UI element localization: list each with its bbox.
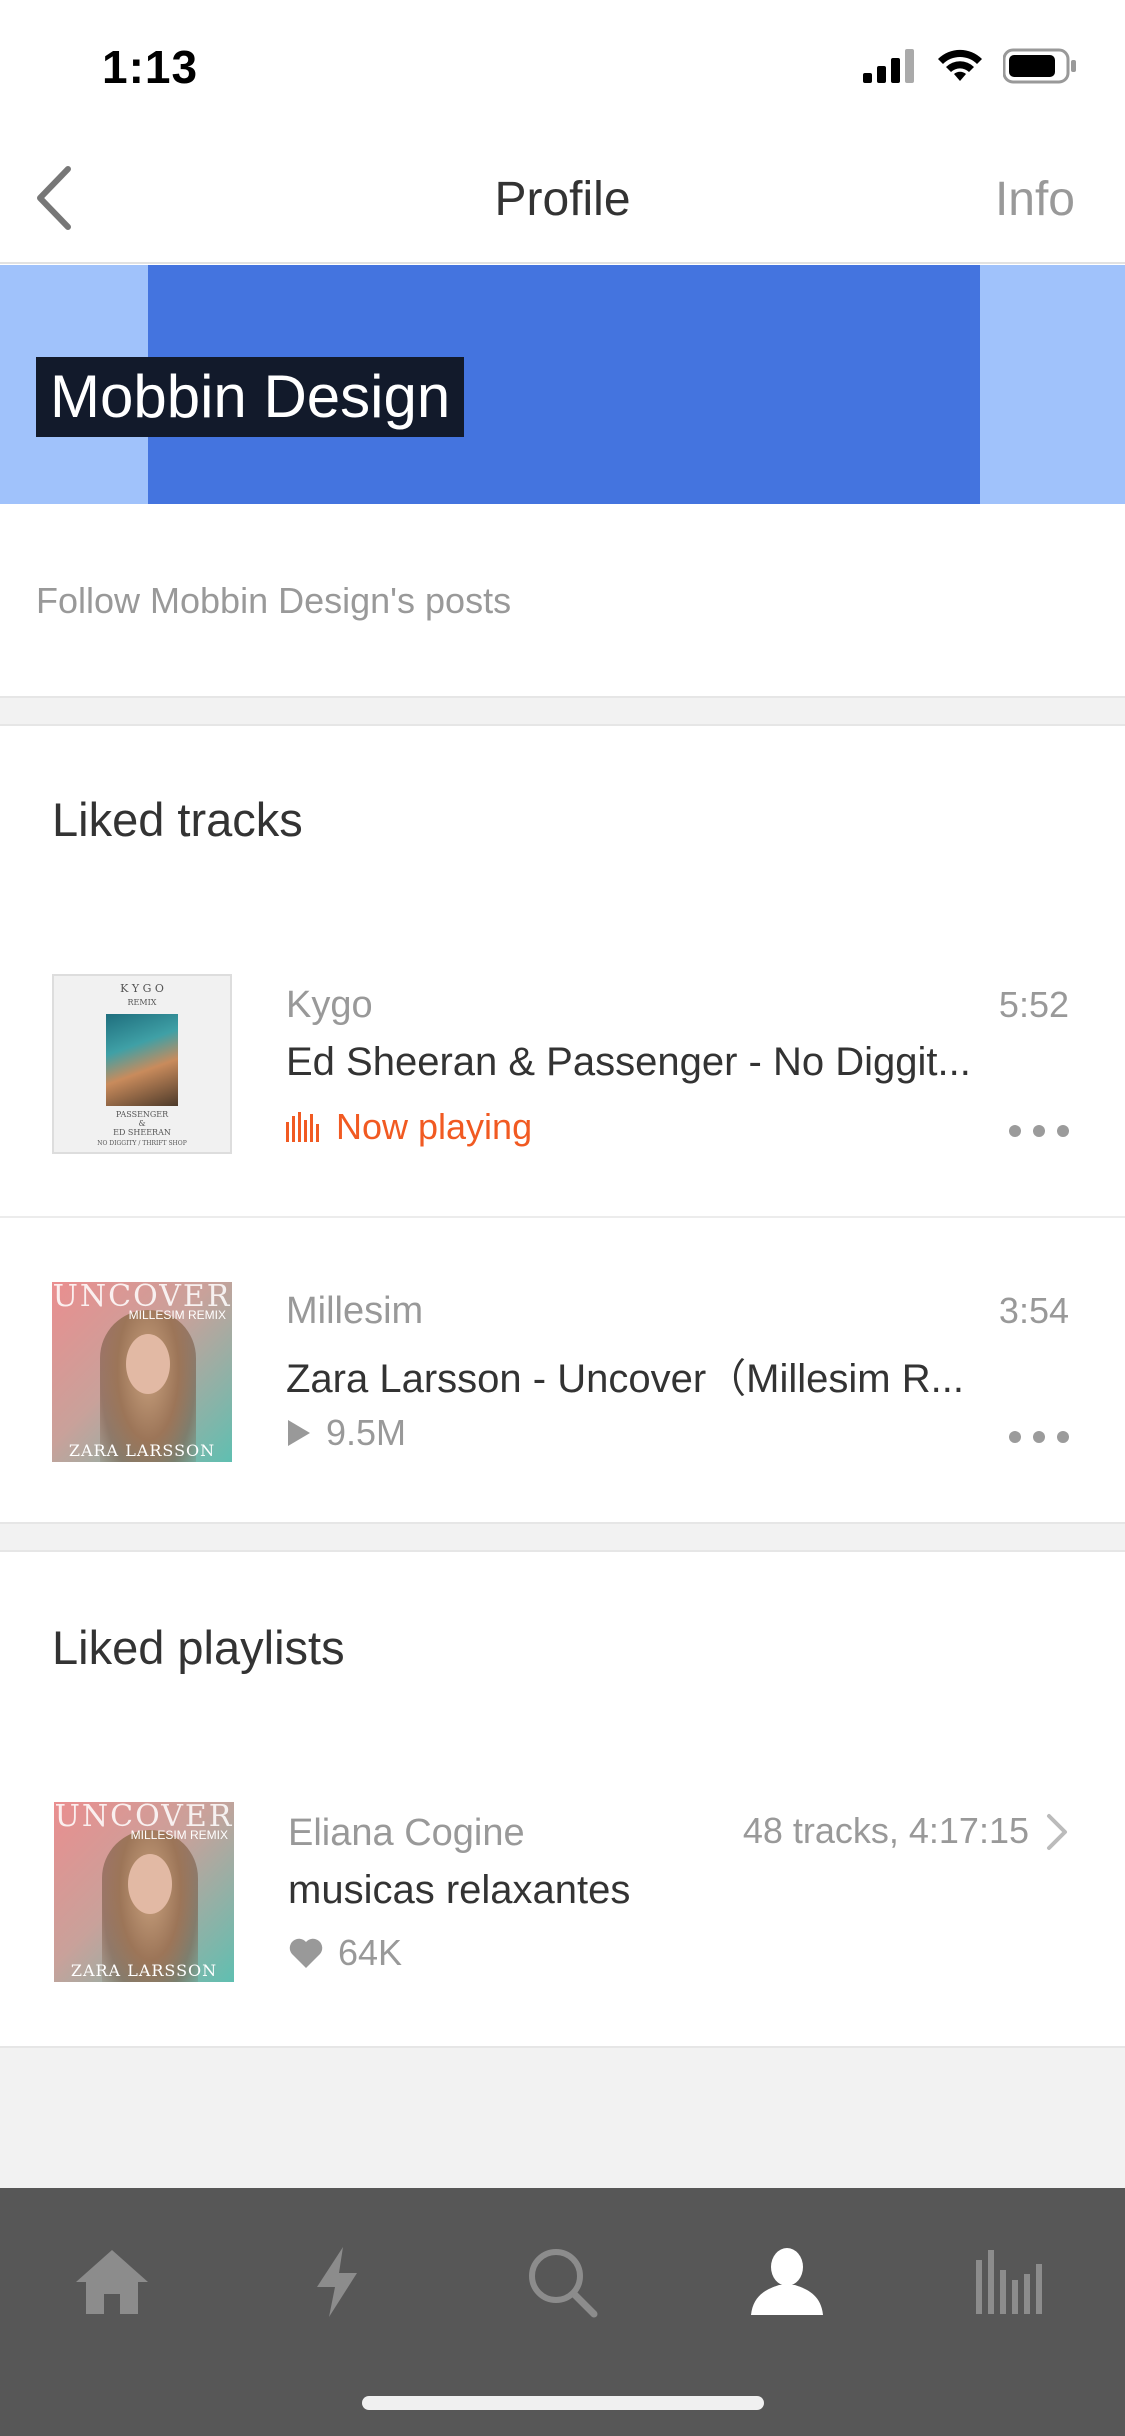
home-indicator[interactable] — [362, 2396, 764, 2410]
track-artist: Millesim — [286, 1290, 424, 1332]
tab-home[interactable] — [62, 2232, 162, 2332]
album-art: K Y G O REMIX PASSENGER & ED SHEERAN NO … — [52, 974, 232, 1154]
status-time: 1:13 — [102, 41, 199, 93]
playlist-owner: Eliana Cogine — [288, 1812, 525, 1854]
now-playing-status: Now playing — [286, 1106, 532, 1148]
dot-icon — [1033, 1125, 1045, 1137]
track-artist: Kygo — [286, 984, 373, 1026]
playlist-title: musicas relaxantes — [288, 1868, 631, 1912]
playlist-art: UNCOVER MILLESIM REMIX ZARA LARSSON — [54, 1802, 234, 1982]
home-icon — [76, 2250, 148, 2314]
track-title: Ed Sheeran & Passenger - No Diggit... — [286, 1040, 971, 1084]
search-icon — [529, 2249, 598, 2318]
library-icon — [976, 2250, 1042, 2314]
track-duration: 3:54 — [998, 1290, 1069, 1331]
battery-icon — [1003, 48, 1076, 84]
profile-icon — [751, 2248, 823, 2315]
dot-icon — [1009, 1125, 1021, 1137]
stream-icon — [317, 2247, 357, 2317]
track-title: Zara Larsson - Uncover（Millesim R... — [286, 1357, 964, 1401]
likes-count: 64K — [338, 1932, 403, 1973]
status-icons — [863, 48, 1077, 84]
dot-icon — [1009, 1431, 1021, 1443]
track-duration: 5:52 — [998, 984, 1069, 1025]
section-divider — [0, 696, 1125, 726]
tab-stream[interactable] — [287, 2232, 387, 2332]
profile-banner: Mobbin Design — [0, 265, 1125, 504]
content-bottom-space — [0, 2046, 1125, 2188]
follow-row[interactable]: Follow Mobbin Design's posts — [0, 504, 1125, 696]
signal-icon — [863, 49, 914, 83]
nav-bar: Profile Info — [0, 132, 1125, 264]
tab-profile[interactable] — [737, 2232, 837, 2332]
dot-icon — [1057, 1431, 1069, 1443]
playlist-row[interactable]: UNCOVER MILLESIM REMIX ZARA LARSSON Elia… — [0, 1740, 1125, 2046]
playlist-meta: 48 tracks, 4:17:15 — [742, 1810, 1029, 1851]
liked-tracks-title[interactable]: Liked tracks — [52, 792, 303, 847]
page-title: Profile — [494, 173, 631, 226]
album-art: UNCOVER MILLESIM REMIX ZARA LARSSON — [52, 1282, 232, 1462]
playlist-likes: 64K — [288, 1932, 402, 1974]
heart-icon — [289, 1938, 323, 1968]
profile-name: Mobbin Design — [36, 357, 465, 437]
dot-icon — [1033, 1431, 1045, 1443]
tab-search[interactable] — [512, 2232, 612, 2332]
info-button[interactable]: Info — [995, 172, 1075, 227]
now-playing-label: Now playing — [336, 1106, 533, 1147]
track-row[interactable]: K Y G O REMIX PASSENGER & ED SHEERAN NO … — [0, 910, 1125, 1218]
play-count: 9.5M — [286, 1412, 406, 1454]
more-options-button[interactable] — [1009, 1422, 1069, 1452]
follow-text: Follow Mobbin Design's posts — [36, 580, 512, 621]
track-row[interactable]: UNCOVER MILLESIM REMIX ZARA LARSSON Mill… — [0, 1218, 1125, 1522]
waveform-icon — [286, 1112, 319, 1142]
more-options-button[interactable] — [1009, 1116, 1069, 1146]
status-bar: 1:13 — [0, 0, 1125, 132]
play-count-value: 9.5M — [326, 1412, 407, 1453]
tab-library[interactable] — [961, 2232, 1061, 2332]
album-photo — [106, 1014, 178, 1106]
section-divider — [0, 1522, 1125, 1552]
play-icon — [288, 1420, 310, 1446]
chevron-right-icon — [1047, 1814, 1067, 1850]
wifi-icon — [938, 49, 982, 81]
dot-icon — [1057, 1125, 1069, 1137]
liked-playlists-title[interactable]: Liked playlists — [52, 1620, 345, 1675]
